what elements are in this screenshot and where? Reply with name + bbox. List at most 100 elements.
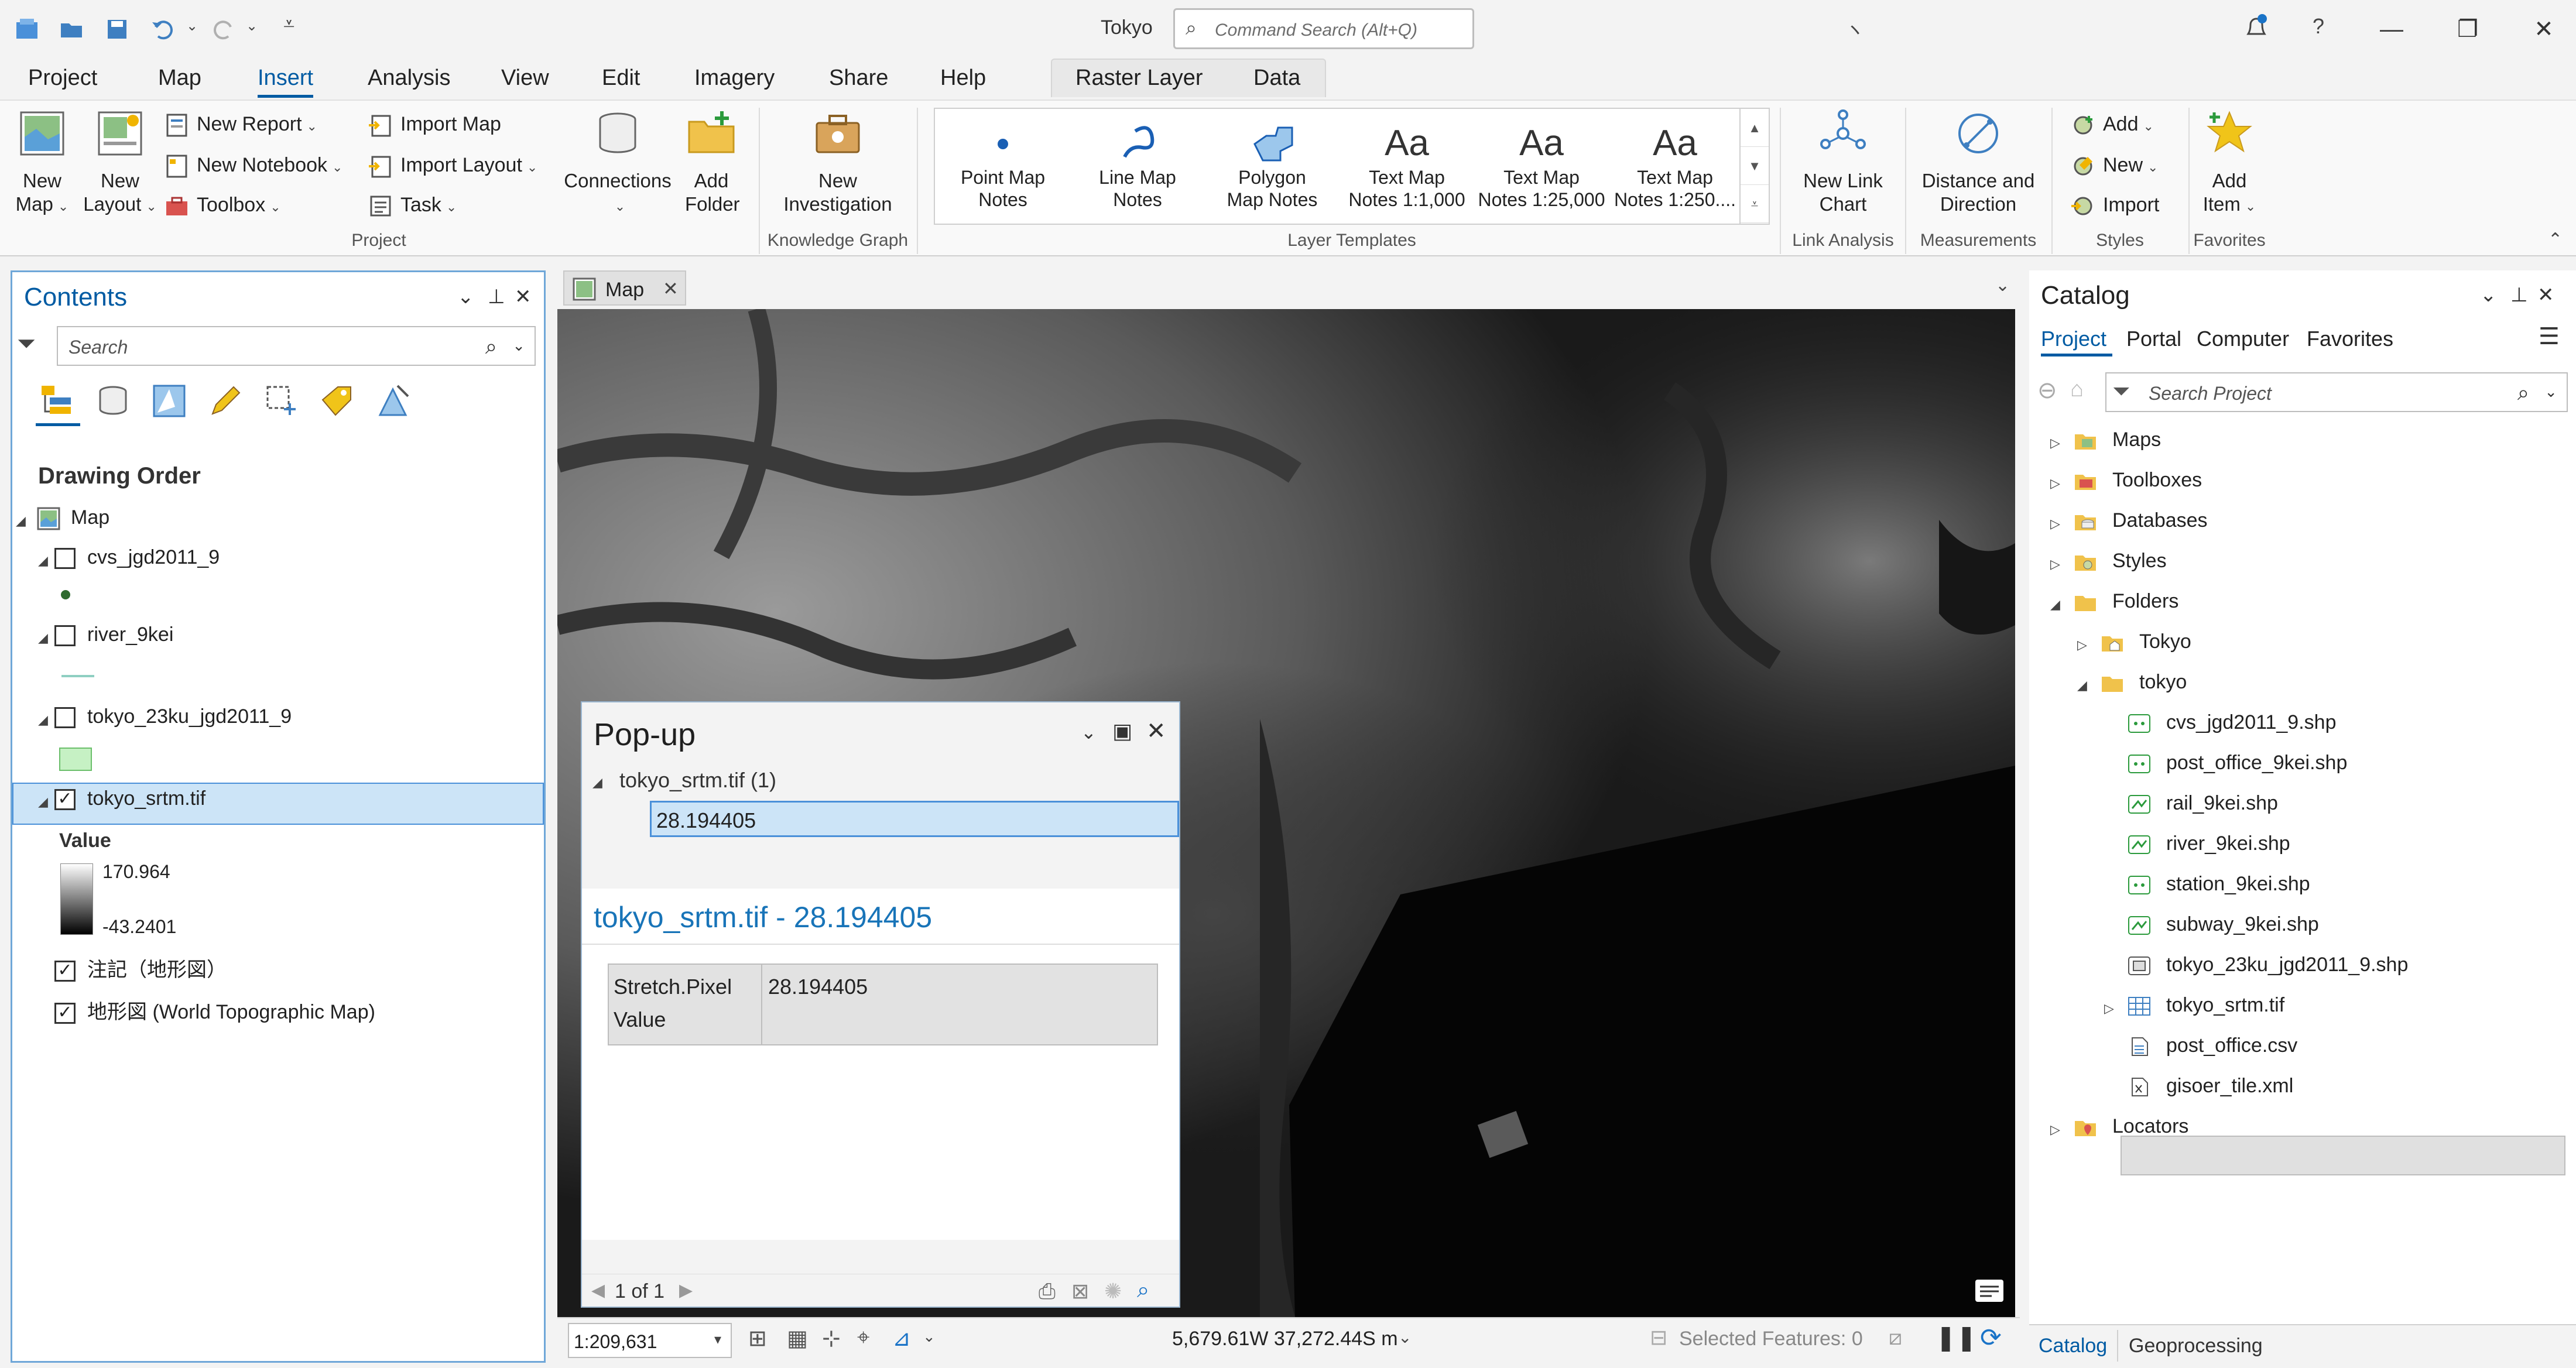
map-view-tab[interactable]: Map ✕ (563, 270, 686, 306)
task-button[interactable]: Task ⌄ (368, 188, 457, 221)
popup-feature-item[interactable]: 28.194405 (650, 801, 1179, 837)
toc-basemap-topo[interactable]: ✓ 地形図 (World Topographic Map) (54, 996, 375, 1024)
collapse-icon[interactable]: ◢ (2050, 597, 2060, 612)
open-folder-icon[interactable] (59, 16, 84, 42)
catalog-tab-project[interactable]: Project (2041, 327, 2106, 351)
filter-icon[interactable]: ⏷ (17, 331, 36, 357)
catalog-item-shapefile[interactable]: subway_9kei.shp (2128, 913, 2319, 936)
next-feature-icon[interactable]: ▶ (679, 1280, 693, 1301)
new-investigation-button[interactable]: New Investigation (770, 108, 905, 216)
pin-icon[interactable]: ⊥ (2510, 283, 2528, 307)
home-icon[interactable]: ⌂ (2070, 377, 2084, 402)
expand-icon[interactable]: ▷ (2050, 516, 2060, 532)
catalog-tab-portal[interactable]: Portal (2126, 327, 2181, 351)
catalog-item-databases[interactable]: Databases (2074, 509, 2208, 532)
new-map-button[interactable]: New Map ⌄ (13, 108, 71, 218)
toc-layer-river[interactable]: river_9kei (54, 623, 173, 647)
contents-search-input[interactable]: Search ⌕ ⌄ (57, 326, 536, 366)
text-map-notes-1000-template[interactable]: Aa Text Map Notes 1:1,000 (1339, 121, 1475, 211)
undo-icon[interactable] (150, 16, 176, 42)
layer-visibility-checkbox[interactable] (54, 548, 76, 570)
grid-icon[interactable]: ▦ (787, 1325, 808, 1352)
maximize-icon[interactable]: ▣ (1112, 719, 1132, 743)
redo-icon[interactable] (211, 16, 237, 42)
text-map-notes-250000-template[interactable]: Aa Text Map Notes 1:250.... (1607, 121, 1743, 211)
gallery-scroll-down-icon[interactable]: ▼ (1741, 147, 1769, 185)
minimize-button[interactable]: — (2365, 12, 2418, 47)
tab-share[interactable]: Share (829, 66, 888, 91)
layer-visibility-checkbox[interactable] (54, 707, 76, 729)
expand-icon[interactable]: ▷ (2050, 476, 2060, 491)
navigation-icon[interactable]: ⊿ (892, 1325, 911, 1352)
catalog-item-maps[interactable]: Maps (2074, 428, 2161, 451)
customize-toolbar-icon[interactable]: ⩡ (283, 13, 294, 36)
list-by-source-icon[interactable] (94, 382, 132, 420)
list-by-snapping-icon[interactable] (263, 382, 300, 420)
point-map-notes-template[interactable]: Point Map Notes (935, 121, 1071, 211)
expand-icon[interactable]: ◢ (38, 630, 48, 646)
expand-icon[interactable]: ◢ (38, 553, 48, 568)
tab-project[interactable]: Project (28, 66, 97, 91)
expand-icon[interactable]: ◢ (16, 513, 26, 529)
undo-dropdown-icon[interactable]: ⌄ (186, 18, 198, 35)
layer-visibility-checkbox[interactable]: ✓ (54, 961, 76, 982)
connections-button[interactable]: Connections ⌄ (556, 108, 679, 218)
catalog-menu-icon[interactable]: ☰ (2539, 323, 2560, 350)
catalog-item-shapefile[interactable]: rail_9kei.shp (2128, 792, 2278, 815)
constraints-icon[interactable]: ⊹ (822, 1325, 841, 1352)
refresh-icon[interactable]: ⟳ (1980, 1323, 2002, 1353)
toc-basemap-labels[interactable]: ✓ 注記（地形図） (54, 954, 227, 982)
catalog-item-tokyo-folder[interactable]: tokyo (2101, 671, 2187, 694)
catalog-item-shapefile[interactable]: tokyo_23ku_jgd2011_9.shp (2128, 954, 2408, 976)
layer-visibility-checkbox[interactable] (54, 625, 76, 647)
catalog-item-styles[interactable]: Styles (2074, 550, 2167, 572)
tab-help[interactable]: Help (940, 66, 986, 91)
tab-view[interactable]: View (501, 66, 549, 91)
catalog-item-shapefile[interactable]: post_office_9kei.shp (2128, 752, 2347, 774)
redo-dropdown-icon[interactable]: ⌄ (246, 18, 258, 35)
close-icon[interactable]: ✕ (2537, 283, 2554, 307)
map-overlay-list-icon[interactable] (1973, 1276, 2006, 1304)
pane-menu-icon[interactable]: ⌄ (457, 285, 474, 308)
bottom-tab-catalog[interactable]: Catalog (2039, 1335, 2107, 1357)
catalog-item-table[interactable]: post_office.csv (2128, 1034, 2297, 1057)
chevron-down-icon[interactable]: ⌄ (923, 1328, 936, 1346)
tab-edit[interactable]: Edit (602, 66, 640, 91)
notification-bell-icon[interactable] (2242, 12, 2270, 42)
layer-visibility-checkbox[interactable]: ✓ (54, 1003, 76, 1024)
catalog-search-input[interactable]: ⏷ Search Project ⌕ ⌄ (2105, 372, 2568, 412)
style-new-button[interactable]: New ⌄ (2070, 149, 2158, 181)
new-report-button[interactable]: New Report ⌄ (164, 108, 317, 140)
close-button[interactable]: ✕ (2517, 12, 2570, 47)
catalog-item-xml[interactable]: gisoer_tile.xml (2128, 1075, 2293, 1098)
tab-analysis[interactable]: Analysis (368, 66, 451, 91)
list-by-editing-icon[interactable] (207, 382, 244, 420)
polygon-map-notes-template[interactable]: Polygon Map Notes (1204, 121, 1340, 211)
import-layout-button[interactable]: Import Layout ⌄ (368, 149, 537, 181)
catalog-item-shapefile[interactable]: station_9kei.shp (2128, 873, 2310, 896)
style-import-button[interactable]: Import (2070, 188, 2159, 221)
collapse-icon[interactable]: ◢ (2077, 678, 2087, 693)
list-by-selection-icon[interactable] (150, 382, 188, 420)
expand-icon[interactable]: ▷ (2104, 1001, 2114, 1016)
close-icon[interactable]: ✕ (663, 277, 679, 300)
toolbox-button[interactable]: Toolbox ⌄ (164, 188, 281, 221)
layer-visibility-checkbox[interactable]: ✓ (54, 789, 76, 811)
collapse-ribbon-icon[interactable]: ⌃ (2548, 229, 2563, 250)
snapping-icon[interactable]: ⌖ (857, 1325, 869, 1350)
tab-raster-layer[interactable]: Raster Layer (1075, 66, 1203, 91)
back-icon[interactable]: ⊖ (2037, 377, 2057, 404)
tab-imagery[interactable]: Imagery (694, 66, 775, 91)
bottom-tab-geoprocessing[interactable]: Geoprocessing (2129, 1335, 2263, 1357)
gallery-scroll-up-icon[interactable]: ▲ (1741, 109, 1769, 147)
grid-snap-icon[interactable]: ⊞ (748, 1325, 767, 1352)
refresh-selection-icon[interactable]: ⧄ (1889, 1325, 1902, 1350)
catalog-item-shapefile[interactable]: cvs_jgd2011_9.shp (2128, 711, 2336, 734)
help-icon[interactable]: ? (2313, 14, 2324, 39)
scale-selector[interactable]: 1:209,631 ▾ (568, 1323, 732, 1358)
import-map-button[interactable]: Import Map (368, 108, 501, 140)
flash-icon[interactable]: ✺ (1104, 1279, 1122, 1304)
catalog-tab-favorites[interactable]: Favorites (2307, 327, 2393, 351)
expand-icon[interactable]: ▷ (2050, 1122, 2060, 1137)
previous-feature-icon[interactable]: ◀ (591, 1280, 605, 1301)
